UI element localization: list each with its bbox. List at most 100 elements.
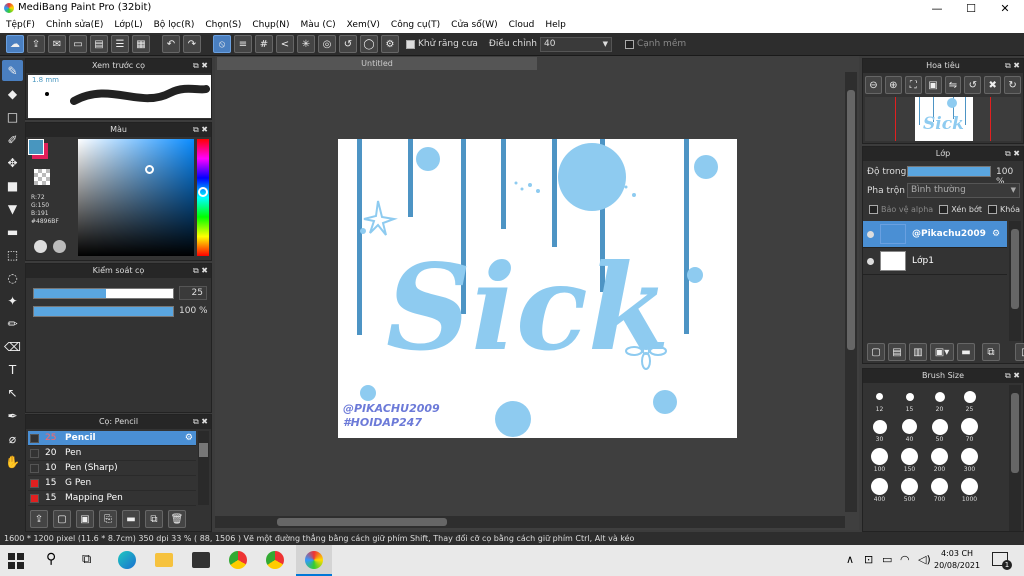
folder-icon[interactable]: ▬ xyxy=(957,343,975,361)
panel-icon[interactable]: ☰ xyxy=(111,35,129,53)
blend-select[interactable]: Bình thường ▼ xyxy=(907,183,1020,198)
panel-controls-icon[interactable]: ⧉ ✖ xyxy=(1005,147,1020,161)
circle-snap-icon[interactable]: ◯ xyxy=(360,35,378,53)
layer-scrollbar[interactable] xyxy=(1009,221,1021,341)
brush-list-scrollbar[interactable] xyxy=(198,431,209,505)
layer-scroll-thumb[interactable] xyxy=(1011,229,1019,309)
rotate-right-icon[interactable]: ↻ xyxy=(1004,76,1021,94)
menu-color[interactable]: Màu (C) xyxy=(301,20,336,30)
menu-view[interactable]: Xem(V) xyxy=(347,20,380,30)
wifi-icon[interactable]: ◠ xyxy=(900,553,910,566)
new-layer-icon[interactable]: ▢ xyxy=(867,343,885,361)
brush-size-scrollbar[interactable] xyxy=(1009,385,1021,531)
no-snap-icon[interactable]: ⦸ xyxy=(213,35,231,53)
more-icon[interactable]: ▯ xyxy=(1015,343,1024,361)
grid-icon[interactable]: ▦ xyxy=(132,35,150,53)
gear-icon[interactable]: ⚙ xyxy=(992,229,1000,239)
brush-size-option[interactable]: 12 xyxy=(867,387,892,413)
eyedropper-icon[interactable]: ⌀ xyxy=(2,428,23,449)
transparent-swatch[interactable] xyxy=(34,169,50,185)
lasso-tool-icon[interactable]: ◌ xyxy=(2,267,23,288)
layer-item-lop1[interactable]: Lớp1 xyxy=(863,248,1007,275)
chrome-icon[interactable] xyxy=(229,551,247,569)
scroll-thumb[interactable] xyxy=(199,443,208,457)
move-tool-icon[interactable]: ✥ xyxy=(2,152,23,173)
brush-size-option[interactable]: 40 xyxy=(897,417,922,443)
select-eraser-icon[interactable]: ⌫ xyxy=(2,336,23,357)
search-icon[interactable]: ⚲ xyxy=(46,551,56,567)
brush-size-option[interactable]: 200 xyxy=(927,447,952,473)
tab-untitled[interactable]: Untitled xyxy=(217,57,537,70)
eye-icon[interactable] xyxy=(867,257,874,265)
clock[interactable]: 4:03 CH 20/08/2021 xyxy=(934,548,980,572)
vanish-snap-icon[interactable]: < xyxy=(276,35,294,53)
menu-cloud[interactable]: Cloud xyxy=(509,20,535,30)
duplicate-icon[interactable]: ⧉ xyxy=(145,510,163,528)
menu-snap[interactable]: Chụp(N) xyxy=(252,20,289,30)
concentric-snap-icon[interactable]: ◎ xyxy=(318,35,336,53)
zoom-out-icon[interactable]: ⊖ xyxy=(865,76,882,94)
horizontal-scrollbar[interactable] xyxy=(215,516,845,528)
brush-size-option[interactable]: 30 xyxy=(867,417,892,443)
menu-help[interactable]: Help xyxy=(545,20,566,30)
notification-icon[interactable]: 1 xyxy=(992,552,1012,570)
antialias-toggle[interactable]: Khử răng cưa xyxy=(406,39,478,49)
duplicate-layer-icon[interactable]: ⧉ xyxy=(982,343,1000,361)
brush-size-option[interactable]: 1000 xyxy=(957,477,982,503)
brush-size-option[interactable]: 15 xyxy=(897,387,922,413)
brush-item-pencil[interactable]: 25 Pencil ⚙ xyxy=(28,431,196,446)
cross-snap-icon[interactable]: # xyxy=(255,35,273,53)
edge-checkbox[interactable] xyxy=(624,39,634,49)
fill-rect-tool-icon[interactable]: ■ xyxy=(2,175,23,196)
hue-slider[interactable] xyxy=(197,139,209,256)
fit-icon[interactable]: ⛶ xyxy=(904,76,922,94)
edge-browser-icon[interactable] xyxy=(118,551,136,569)
hand-tool-icon[interactable]: ✋ xyxy=(2,451,23,472)
redo-icon[interactable]: ↷ xyxy=(183,35,201,53)
document-canvas[interactable]: Sick @PIKACHU2009 #HOIDAP247 xyxy=(338,139,737,438)
hue-cursor[interactable] xyxy=(198,187,208,197)
gear-icon[interactable]: ⚙ xyxy=(185,433,196,443)
text-tool-icon[interactable]: T xyxy=(2,359,23,380)
store-icon[interactable] xyxy=(192,552,210,568)
zoom-in-icon[interactable]: ⊕ xyxy=(884,76,902,94)
brush-size-option[interactable]: 100 xyxy=(867,447,892,473)
brush-size-option[interactable]: 25 xyxy=(957,387,982,413)
close-button[interactable]: ✕ xyxy=(988,0,1022,17)
brush-item-pen[interactable]: 20 Pen xyxy=(28,446,196,461)
eraser-tool-icon[interactable]: ◆ xyxy=(2,83,23,104)
brush-size-option[interactable]: 150 xyxy=(897,447,922,473)
brush-tool-icon[interactable]: ✎ xyxy=(2,60,23,81)
brush-item-mapping-pen[interactable]: 15 Mapping Pen xyxy=(28,491,196,506)
menu-select[interactable]: Chọn(S) xyxy=(205,20,241,30)
lock-checkbox[interactable] xyxy=(987,205,997,214)
minimize-button[interactable]: — xyxy=(920,0,954,17)
maximize-button[interactable]: ☐ xyxy=(954,0,988,17)
folder-icon[interactable]: ▬ xyxy=(122,510,140,528)
picker-cursor[interactable] xyxy=(145,165,154,174)
panel-controls-icon[interactable]: ⧉ ✖ xyxy=(193,415,208,429)
comment-icon[interactable]: ✉ xyxy=(48,35,66,53)
menu-layer[interactable]: Lớp(L) xyxy=(114,20,142,30)
reset-icon[interactable]: ✖ xyxy=(984,76,1002,94)
windows-start-icon[interactable] xyxy=(8,553,24,569)
saturation-value-picker[interactable] xyxy=(78,139,194,256)
panel-controls-icon[interactable]: ⧉ ✖ xyxy=(1005,59,1020,73)
panel-controls-icon[interactable]: ⧉ ✖ xyxy=(193,59,208,73)
upload-icon[interactable]: ⇪ xyxy=(27,35,45,53)
operation-tool-icon[interactable]: ↖ xyxy=(2,382,23,403)
brush-size-option[interactable]: 70 xyxy=(957,417,982,443)
task-view-icon[interactable]: ⧉ xyxy=(82,552,91,567)
radial-snap-icon[interactable]: ✳ xyxy=(297,35,315,53)
tray-app-icon[interactable]: ⊡ xyxy=(864,553,873,566)
brush-upload-icon[interactable]: ⇪ xyxy=(30,510,48,528)
panel-controls-icon[interactable]: ⧉ ✖ xyxy=(193,264,208,278)
chrome-profile-icon[interactable] xyxy=(266,551,284,569)
new-8bit-layer-icon[interactable]: ▥ xyxy=(909,343,927,361)
volume-icon[interactable]: ◁) xyxy=(918,553,931,566)
brush-size-option[interactable]: 300 xyxy=(957,447,982,473)
brush-new-icon[interactable]: ▢ xyxy=(53,510,71,528)
menu-file[interactable]: Tệp(F) xyxy=(6,20,35,30)
layer-item-pikachu[interactable]: @Pikachu2009 ⚙ xyxy=(863,221,1007,248)
layer-opacity-slider[interactable] xyxy=(907,166,991,177)
